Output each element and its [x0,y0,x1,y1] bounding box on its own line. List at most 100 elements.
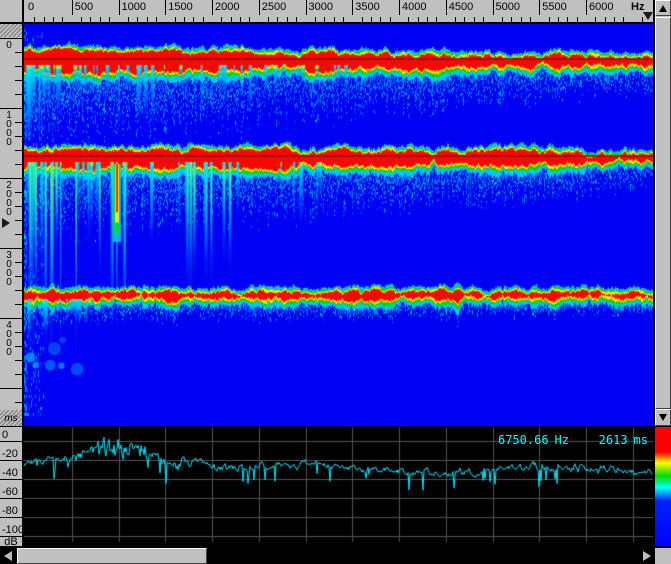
time-ruler-minor-tick [15,374,22,375]
time-ruler-minor-tick [15,276,22,277]
time-ruler-label: 0 [3,41,15,50]
horizontal-scrollbar[interactable] [0,548,655,564]
time-ruler-minor-tick [15,220,22,221]
time-ruler-minor-tick [15,164,22,165]
freq-ruler-label: 6000 [589,1,613,13]
db-ruler-tick [0,536,22,537]
frequency-readout: 6750.66 Hz [498,433,569,447]
scroll-left-button[interactable] [0,548,16,564]
time-ruler-minor-tick [15,94,22,95]
time-ruler-tick [0,38,22,39]
freq-ruler-tick [72,0,73,15]
time-ruler-minor-tick [15,402,22,403]
time-ruler-minor-tick [15,122,22,123]
freq-ruler-label: 500 [75,1,93,13]
freq-ruler-label: 3000 [309,1,333,13]
freq-ruler-label: 2500 [262,1,286,13]
intensity-color-legend [655,427,671,546]
time-ruler-label: 4 0 0 0 [3,321,15,357]
time-readout: 2613 ms [599,433,648,447]
time-ruler-minor-tick [15,332,22,333]
freq-ruler-tick [586,0,587,15]
db-ruler-tick [0,517,22,518]
vertical-scrollbar[interactable] [655,0,671,426]
scroll-up-button[interactable] [655,0,671,16]
db-ruler-label: -80 [2,505,18,517]
freq-ruler-tick [539,0,540,15]
left-arrow-icon [4,551,12,561]
db-ruler-label: -60 [2,486,18,498]
db-ruler: dB 0-20-40-60-80-100 [0,427,22,546]
frequency-cursor-marker[interactable] [643,12,653,20]
time-ruler-tick [0,388,22,389]
ruler-end-cap [0,24,22,37]
down-arrow-icon [659,414,667,421]
time-readout-value: 2613 [599,433,628,447]
time-ruler-tick [0,178,22,179]
time-ruler-minor-tick [15,304,22,305]
time-ruler-minor-tick [15,346,22,347]
db-ruler-tick [0,441,22,442]
spectrogram-window: Hz 0 500 1000 1500 2000 2500 3000 3500 4000 4500 5… [0,0,671,564]
horizontal-scrollbar-thumb[interactable] [17,548,207,564]
db-ruler-label: 0 [2,429,8,441]
db-ruler-label: -100 [2,524,22,536]
freq-ruler-tick [119,0,120,15]
time-ruler-minor-tick [15,262,22,263]
db-ruler-tick [0,460,22,461]
time-ruler-tick [0,108,22,109]
freq-ruler-tick [399,0,400,15]
freq-ruler-label: 0 [28,1,34,13]
time-ruler-tick [0,318,22,319]
scroll-down-button[interactable] [655,409,671,426]
freq-ruler-tick [352,0,353,15]
time-unit-cell: ms [0,410,22,426]
time-unit-label: ms [4,413,17,424]
frequency-readout-value: 6750.66 [498,433,549,447]
spectrum-panel: 6750.66 Hz 2613 ms [24,427,653,546]
corner-box-bottom-right [655,548,671,564]
freq-ruler-label: 2000 [215,1,239,13]
freq-ruler-label: 3500 [355,1,379,13]
freq-ruler-label: 1500 [168,1,192,13]
freq-ruler-tick [306,0,307,15]
time-ruler-tick [0,248,22,249]
time-ruler-label: 1 0 0 0 [3,111,15,147]
time-ruler: ms 0 1 0 0 0 2 0 0 0 3 0 0 0 4 0 0 0 [0,24,22,426]
time-readout-unit: ms [634,433,648,447]
time-ruler-minor-tick [15,136,22,137]
freq-ruler-label: 4000 [402,1,426,13]
spectrogram-canvas[interactable] [24,24,653,426]
time-ruler-minor-tick [15,192,22,193]
time-ruler-minor-tick [15,150,22,151]
freq-ruler-tick [259,0,260,15]
db-ruler-tick [0,479,22,480]
freq-ruler-tick [446,0,447,15]
time-ruler-minor-tick [15,52,22,53]
frequency-readout-unit: Hz [555,433,569,447]
time-ruler-minor-tick [15,234,22,235]
time-ruler-minor-tick [15,206,22,207]
time-ruler-label: 3 0 0 0 [3,251,15,287]
db-unit-label: dB [0,536,22,546]
freq-ruler-tick [165,0,166,15]
db-ruler-tick [0,498,22,499]
corner-box [0,0,22,22]
frequency-ruler: Hz 0500100015002000250030003500400045005… [24,0,653,22]
scroll-right-button[interactable] [638,548,655,564]
vertical-scrollbar-thumb[interactable] [655,17,671,409]
up-arrow-icon [659,5,667,12]
time-ruler-minor-tick [15,66,22,67]
freq-ruler-label: 5000 [496,1,520,13]
time-ruler-minor-tick [15,360,22,361]
freq-ruler-label: 1000 [122,1,146,13]
freq-ruler-tick [493,0,494,15]
freq-ruler-tick [212,0,213,15]
time-ruler-minor-tick [15,80,22,81]
time-ruler-label: 2 0 0 0 [3,181,15,217]
db-ruler-label: -40 [2,467,18,479]
freq-ruler-label: 4500 [449,1,473,13]
right-arrow-icon [643,551,651,561]
time-cursor-marker[interactable] [2,218,10,228]
freq-ruler-label: 5500 [542,1,566,13]
